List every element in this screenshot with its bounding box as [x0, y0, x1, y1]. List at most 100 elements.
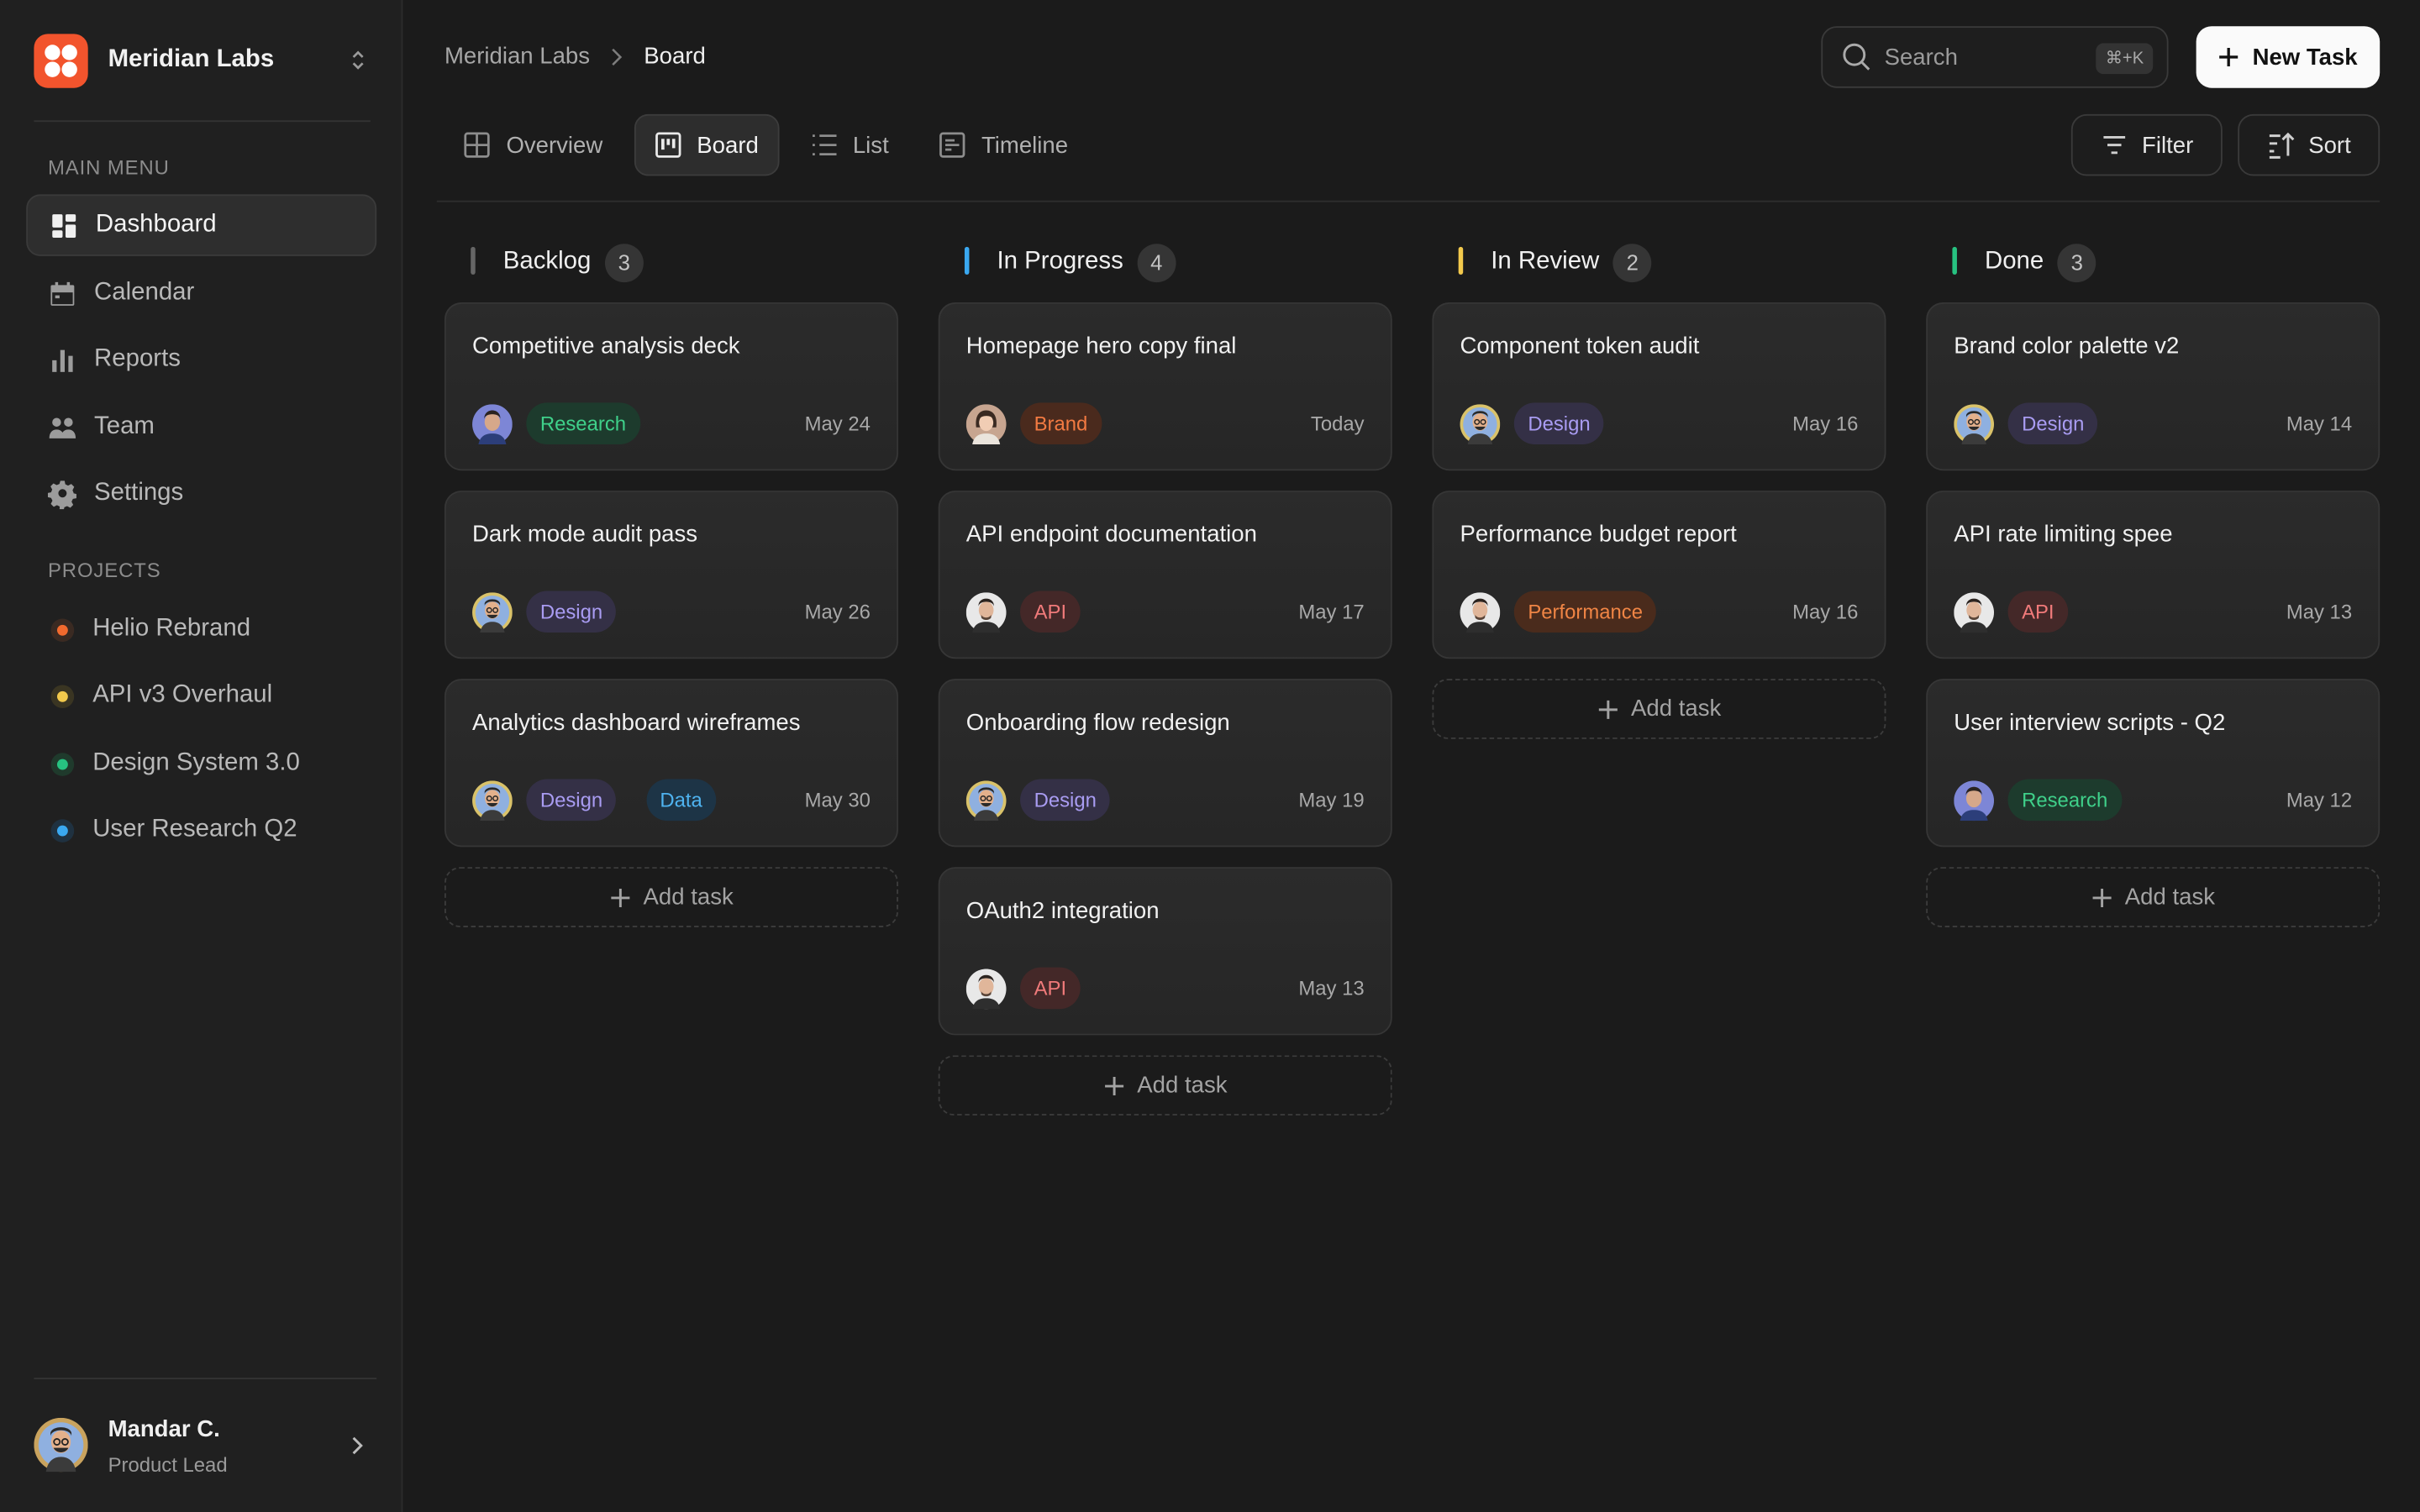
gear-icon — [47, 480, 76, 509]
tab-list[interactable]: List — [791, 114, 907, 176]
task-title: Brand color palette v2 — [1954, 333, 2180, 360]
user-role: Product Lead — [108, 1453, 228, 1477]
plus-icon — [1598, 699, 1618, 718]
add-task-button[interactable]: Add task — [1926, 867, 2381, 927]
tag-api: API — [2007, 591, 2069, 633]
divider — [436, 200, 2381, 202]
task-card[interactable]: OAuth2 integration API May 13 — [938, 867, 1392, 1036]
project-item[interactable]: Design System 3.0 — [26, 732, 376, 794]
task-due-date: May 26 — [804, 600, 871, 624]
filter-icon — [2103, 135, 2125, 155]
column-header: Done 3 — [1926, 239, 2380, 286]
column-count-badge: 3 — [604, 243, 644, 282]
avatar — [965, 969, 1007, 1010]
sort-button[interactable]: Sort — [2238, 113, 2381, 176]
task-title: Performance budget report — [1460, 521, 1737, 549]
board-column: Done 3 Brand color palette v2 Design May 14 A… — [1926, 239, 2381, 927]
task-title: User interview scripts - Q2 — [1954, 709, 2226, 737]
project-color-dot — [50, 818, 75, 842]
sidebar-item-label: Dashboard — [95, 211, 217, 238]
user-name: Mandar C. — [108, 1416, 220, 1443]
calendar-icon — [50, 281, 75, 305]
divider — [34, 120, 371, 123]
tag-design: Design — [1513, 402, 1605, 444]
timeline-icon — [939, 132, 965, 158]
view-tabs: Overview Board List Timeline — [445, 113, 1099, 176]
task-card[interactable]: Brand color palette v2 Design May 14 — [1926, 302, 2381, 471]
add-task-label: Add task — [643, 884, 734, 911]
add-task-button[interactable]: Add task — [1432, 679, 1886, 739]
task-card[interactable]: Component token audit Design May 16 — [1432, 302, 1886, 471]
filter-button[interactable]: Filter — [2070, 113, 2223, 176]
tab-timeline[interactable]: Timeline — [919, 114, 1086, 176]
sidebar-item-settings[interactable]: Settings — [26, 463, 376, 524]
tag-api: API — [1020, 967, 1081, 1010]
search-input[interactable] — [1884, 44, 2070, 71]
avatar — [472, 780, 513, 822]
tab-label: Timeline — [981, 132, 1069, 159]
tab-board[interactable]: Board — [633, 113, 779, 176]
workspace-switcher[interactable]: Meridian Labs — [34, 33, 376, 88]
task-title: Homepage hero copy final — [965, 333, 1237, 360]
sidebar-item-label: Settings — [94, 480, 184, 507]
task-title: API endpoint documentation — [965, 521, 1257, 549]
tag-research: Research — [2007, 779, 2122, 822]
task-title: Component token audit — [1460, 333, 1700, 360]
task-card[interactable]: Onboarding flow redesign Design May 19 — [938, 679, 1392, 848]
sidebar-item-calendar[interactable]: Calendar — [26, 262, 376, 323]
grid-icon — [464, 132, 490, 158]
task-card[interactable]: User interview scripts - Q2 Research May 1… — [1926, 679, 2381, 848]
search-box[interactable]: ⌘+K — [1821, 26, 2169, 88]
add-task-button[interactable]: Add task — [444, 867, 898, 927]
chevron-up-down-icon — [352, 50, 364, 70]
column-header: Backlog 3 — [445, 239, 898, 286]
task-card[interactable]: Dark mode audit pass Design May 26 — [444, 491, 898, 659]
sidebar-item-dashboard[interactable]: Dashboard — [26, 194, 377, 256]
plus-icon — [1104, 1076, 1123, 1095]
task-due-date: Today — [1310, 412, 1365, 435]
avatar — [1460, 404, 1501, 444]
sidebar-item-team[interactable]: Team — [26, 396, 376, 458]
sidebar-item-label: Reports — [94, 345, 181, 372]
new-task-label: New Task — [2252, 44, 2358, 71]
project-color-dot — [50, 752, 75, 775]
project-item[interactable]: User Research Q2 — [26, 799, 376, 860]
project-item[interactable]: API v3 Overhaul — [26, 665, 376, 727]
user-profile[interactable]: Mandar C. Product Lead — [34, 1378, 377, 1512]
search-icon — [1843, 43, 1870, 71]
avatar — [34, 1417, 88, 1473]
column-count-badge: 4 — [1137, 243, 1176, 282]
task-card[interactable]: Homepage hero copy final Brand Today — [938, 302, 1392, 471]
board-column: In Review 2 Component token audit Design May… — [1432, 239, 1886, 739]
sidebar-item-reports[interactable]: Reports — [26, 328, 376, 390]
task-card[interactable]: API rate limiting spee API May 13 — [1926, 491, 2381, 659]
task-due-date: May 16 — [1792, 600, 1859, 624]
task-card[interactable]: Performance budget report Performance May … — [1432, 491, 1886, 659]
tab-overview[interactable]: Overview — [445, 114, 621, 176]
chevron-right-icon — [612, 47, 623, 66]
breadcrumb: Meridian Labs Board — [445, 43, 706, 69]
add-task-button[interactable]: Add task — [938, 1055, 1392, 1116]
task-card[interactable]: Competitive analysis deck Research May 24 — [444, 302, 898, 471]
new-task-button[interactable]: New Task — [2196, 26, 2381, 88]
task-title: Dark mode audit pass — [472, 521, 698, 549]
column-color-bar — [471, 246, 476, 275]
project-label: Helio Rebrand — [92, 615, 251, 643]
add-task-label: Add task — [1631, 696, 1722, 722]
project-item[interactable]: Helio Rebrand — [26, 599, 376, 660]
breadcrumb-current: Board — [644, 43, 706, 70]
column-title: Done — [1984, 248, 2044, 275]
project-label: Design System 3.0 — [92, 749, 300, 776]
search-shortcut-badge: ⌘+K — [2096, 43, 2154, 75]
breadcrumb-parent[interactable]: Meridian Labs — [445, 43, 590, 69]
avatar — [1954, 780, 1995, 822]
main-menu-label: MAIN MENU — [47, 155, 170, 180]
project-label: User Research Q2 — [92, 816, 297, 843]
task-card[interactable]: API endpoint documentation API May 17 — [938, 491, 1392, 659]
add-task-label: Add task — [1137, 1072, 1228, 1099]
tag-design: Design — [2007, 402, 2098, 444]
column-title: In Progress — [997, 248, 1123, 275]
add-task-label: Add task — [2124, 884, 2216, 911]
task-card[interactable]: Analytics dashboard wireframes Design Data… — [444, 679, 898, 848]
sidebar: Meridian Labs MAIN MENU Dashboard Calend… — [0, 0, 403, 1512]
